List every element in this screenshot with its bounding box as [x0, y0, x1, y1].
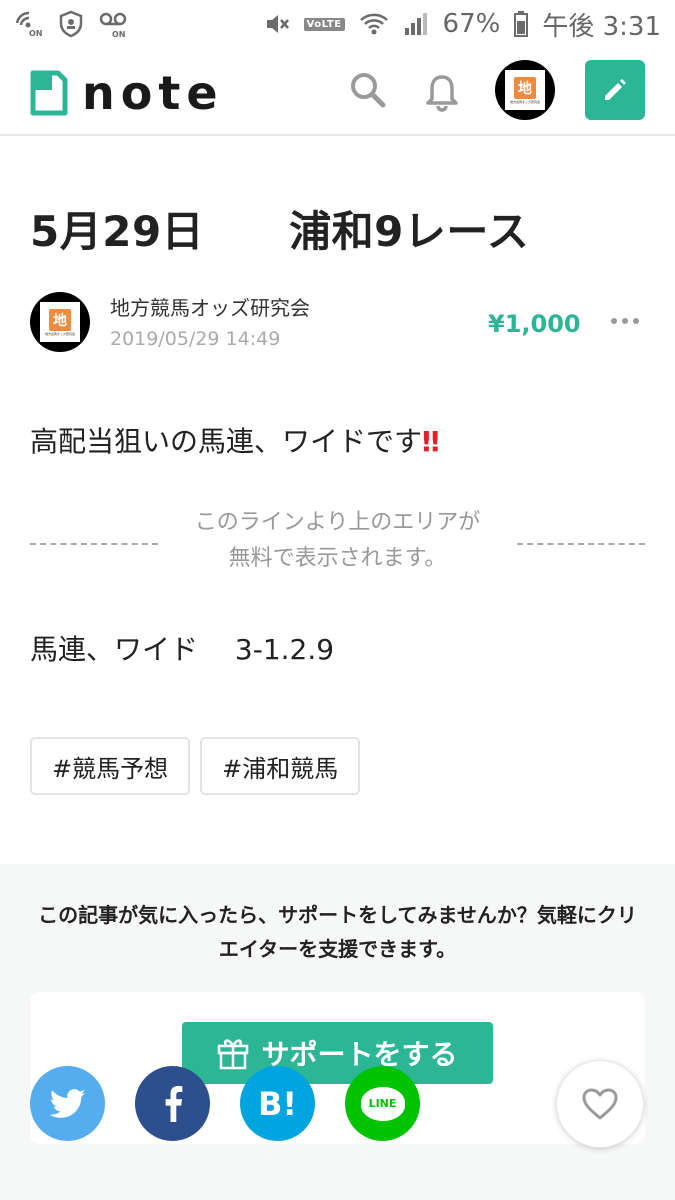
note-logo-icon [30, 70, 68, 116]
gift-icon [218, 1039, 249, 1070]
logo-wordmark: note [82, 66, 224, 120]
facebook-icon [165, 1085, 182, 1122]
search-button[interactable] [344, 66, 392, 114]
on-label: ON [29, 29, 43, 37]
volte-badge: VoLTE [303, 17, 345, 31]
app-header: note 地 地方競馬オッズ研究会 [0, 48, 675, 136]
wifi-icon [359, 11, 389, 37]
more-dot [622, 318, 628, 324]
free-area-text: このラインより上のエリアが 無料で表示されます。 [194, 510, 481, 571]
mute-icon [264, 11, 290, 37]
author-avatar-glyph: 地 [49, 308, 71, 331]
avatar: 地 地方競馬オッズ研究会 [505, 70, 545, 110]
bell-icon [426, 75, 458, 112]
double-exclamation-icon: ‼ [422, 425, 440, 458]
author-name[interactable]: 地方競馬オッズ研究会 [110, 292, 310, 321]
like-button[interactable] [556, 1060, 644, 1148]
body-paragraph: 馬連、ワイド 3-1.2.9 [30, 633, 335, 666]
dashed-line-left [30, 543, 158, 545]
support-card: サポートをする [30, 992, 645, 1144]
on-label-2: ON [112, 30, 126, 38]
share-facebook-button[interactable] [135, 1066, 210, 1141]
shield-icon [58, 10, 84, 38]
line-icon-label: LINE [368, 1097, 397, 1110]
post-date: 2019/05/29 14:49 [110, 328, 281, 350]
more-dot [611, 318, 617, 324]
status-left: ON ON [14, 10, 130, 38]
author-avatar[interactable]: 地 地方競馬オッズ研究会 [30, 292, 90, 352]
share-hatena-button[interactable]: B! [240, 1066, 315, 1141]
battery-percent: 67% [442, 9, 501, 39]
hashtag[interactable]: #競馬予想 [30, 737, 191, 795]
twitter-icon [49, 1088, 85, 1118]
status-bar: ON ON VoLTE 67% 午後 3:31 [0, 0, 675, 48]
status-right: VoLTE 67% 午後 3:31 [264, 6, 661, 43]
lead-paragraph: 高配当狙いの馬連、ワイドです‼ [30, 420, 440, 460]
article-title: 5月29日 浦和9レース [30, 207, 530, 256]
user-avatar-button[interactable]: 地 地方競馬オッズ研究会 [495, 60, 555, 120]
line-icon: LINE [360, 1086, 405, 1121]
author-row: 地 地方競馬オッズ研究会 地方競馬オッズ研究会 2019/05/29 14:49… [30, 292, 645, 356]
heart-icon [582, 1088, 618, 1120]
share-twitter-button[interactable] [30, 1066, 105, 1141]
battery-icon [514, 11, 529, 37]
more-dot [633, 318, 639, 324]
support-section: この記事が気に入ったら、サポートをしてみませんか？気軽にクリエイターを支援できま… [0, 864, 675, 1200]
signal-icon [403, 11, 429, 37]
hashtag[interactable]: #浦和競馬 [200, 737, 361, 795]
search-icon [351, 73, 386, 108]
free-area-divider: このラインより上のエリアが 無料で表示されます。 [30, 505, 645, 585]
voicemail-icon: ON [98, 10, 130, 38]
avatar-caption: 地方競馬オッズ研究会 [509, 99, 540, 104]
notification-button[interactable] [418, 66, 466, 118]
lead-text: 高配当狙いの馬連、ワイドです [30, 425, 423, 458]
share-line-button[interactable]: LINE [345, 1066, 420, 1141]
hashtag-list: #競馬予想 #浦和競馬 [30, 737, 361, 795]
note-logo[interactable]: note [30, 66, 224, 120]
support-message: この記事が気に入ったら、サポートをしてみませんか？気軽にクリエイターを支援できま… [38, 903, 637, 961]
wifi-calling-icon: ON [14, 11, 44, 37]
avatar-glyph: 地 [514, 76, 536, 99]
support-button-label: サポートをする [261, 1038, 458, 1071]
pencil-icon [605, 79, 626, 100]
support-button[interactable]: サポートをする [182, 1022, 493, 1084]
dashed-line-right [517, 543, 645, 545]
author-avatar-caption: 地方競馬オッズ研究会 [44, 331, 75, 336]
hatena-icon: B! [258, 1084, 297, 1123]
price-label: ¥1,000 [488, 310, 581, 338]
more-options-button[interactable] [605, 306, 645, 336]
author-avatar-inner: 地 地方競馬オッズ研究会 [40, 302, 80, 342]
clock: 午後 3:31 [542, 11, 661, 42]
create-post-button[interactable] [585, 60, 645, 120]
